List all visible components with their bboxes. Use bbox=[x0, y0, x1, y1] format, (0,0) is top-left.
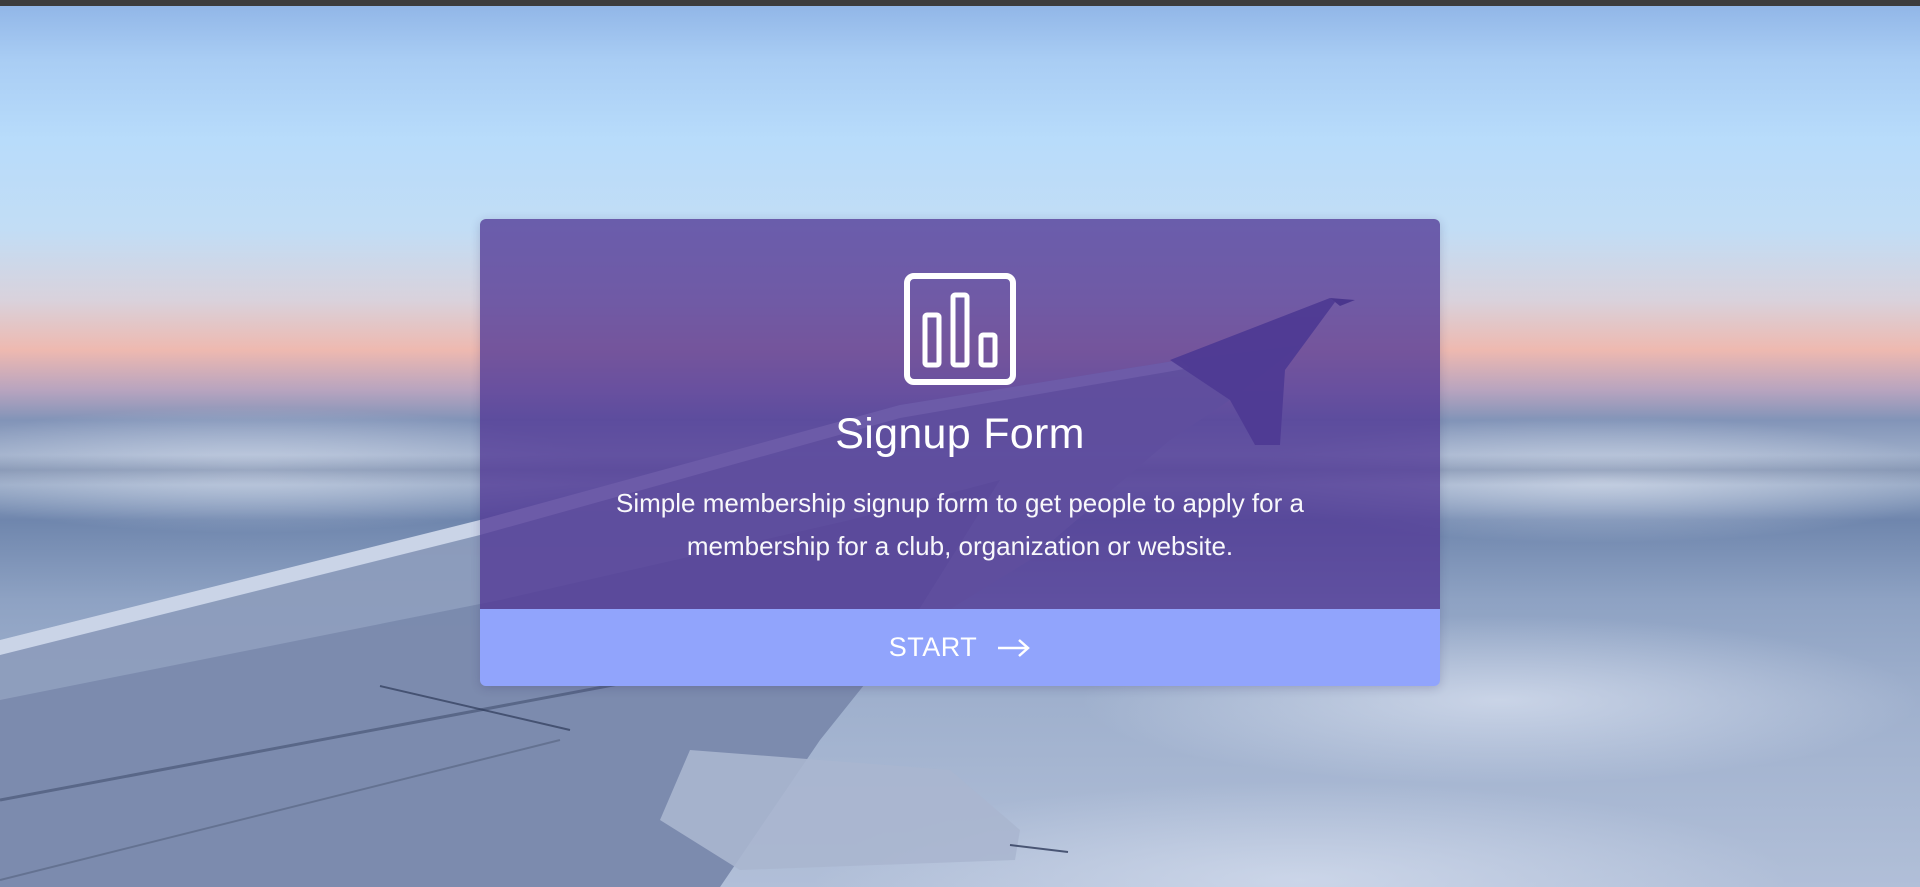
top-bar bbox=[0, 0, 1920, 6]
form-description: Simple membership signup form to get peo… bbox=[616, 488, 1304, 561]
bar-chart-icon bbox=[904, 273, 1016, 385]
signup-form-card: Signup Form Simple membership signup for… bbox=[480, 219, 1440, 686]
arrow-right-icon bbox=[998, 638, 1031, 657]
card-body: Signup Form Simple membership signup for… bbox=[480, 219, 1440, 609]
page-background: Signup Form Simple membership signup for… bbox=[0, 0, 1920, 887]
start-button[interactable]: START bbox=[480, 609, 1440, 686]
start-button-label: START bbox=[888, 632, 978, 662]
form-title: Signup Form bbox=[835, 410, 1085, 458]
